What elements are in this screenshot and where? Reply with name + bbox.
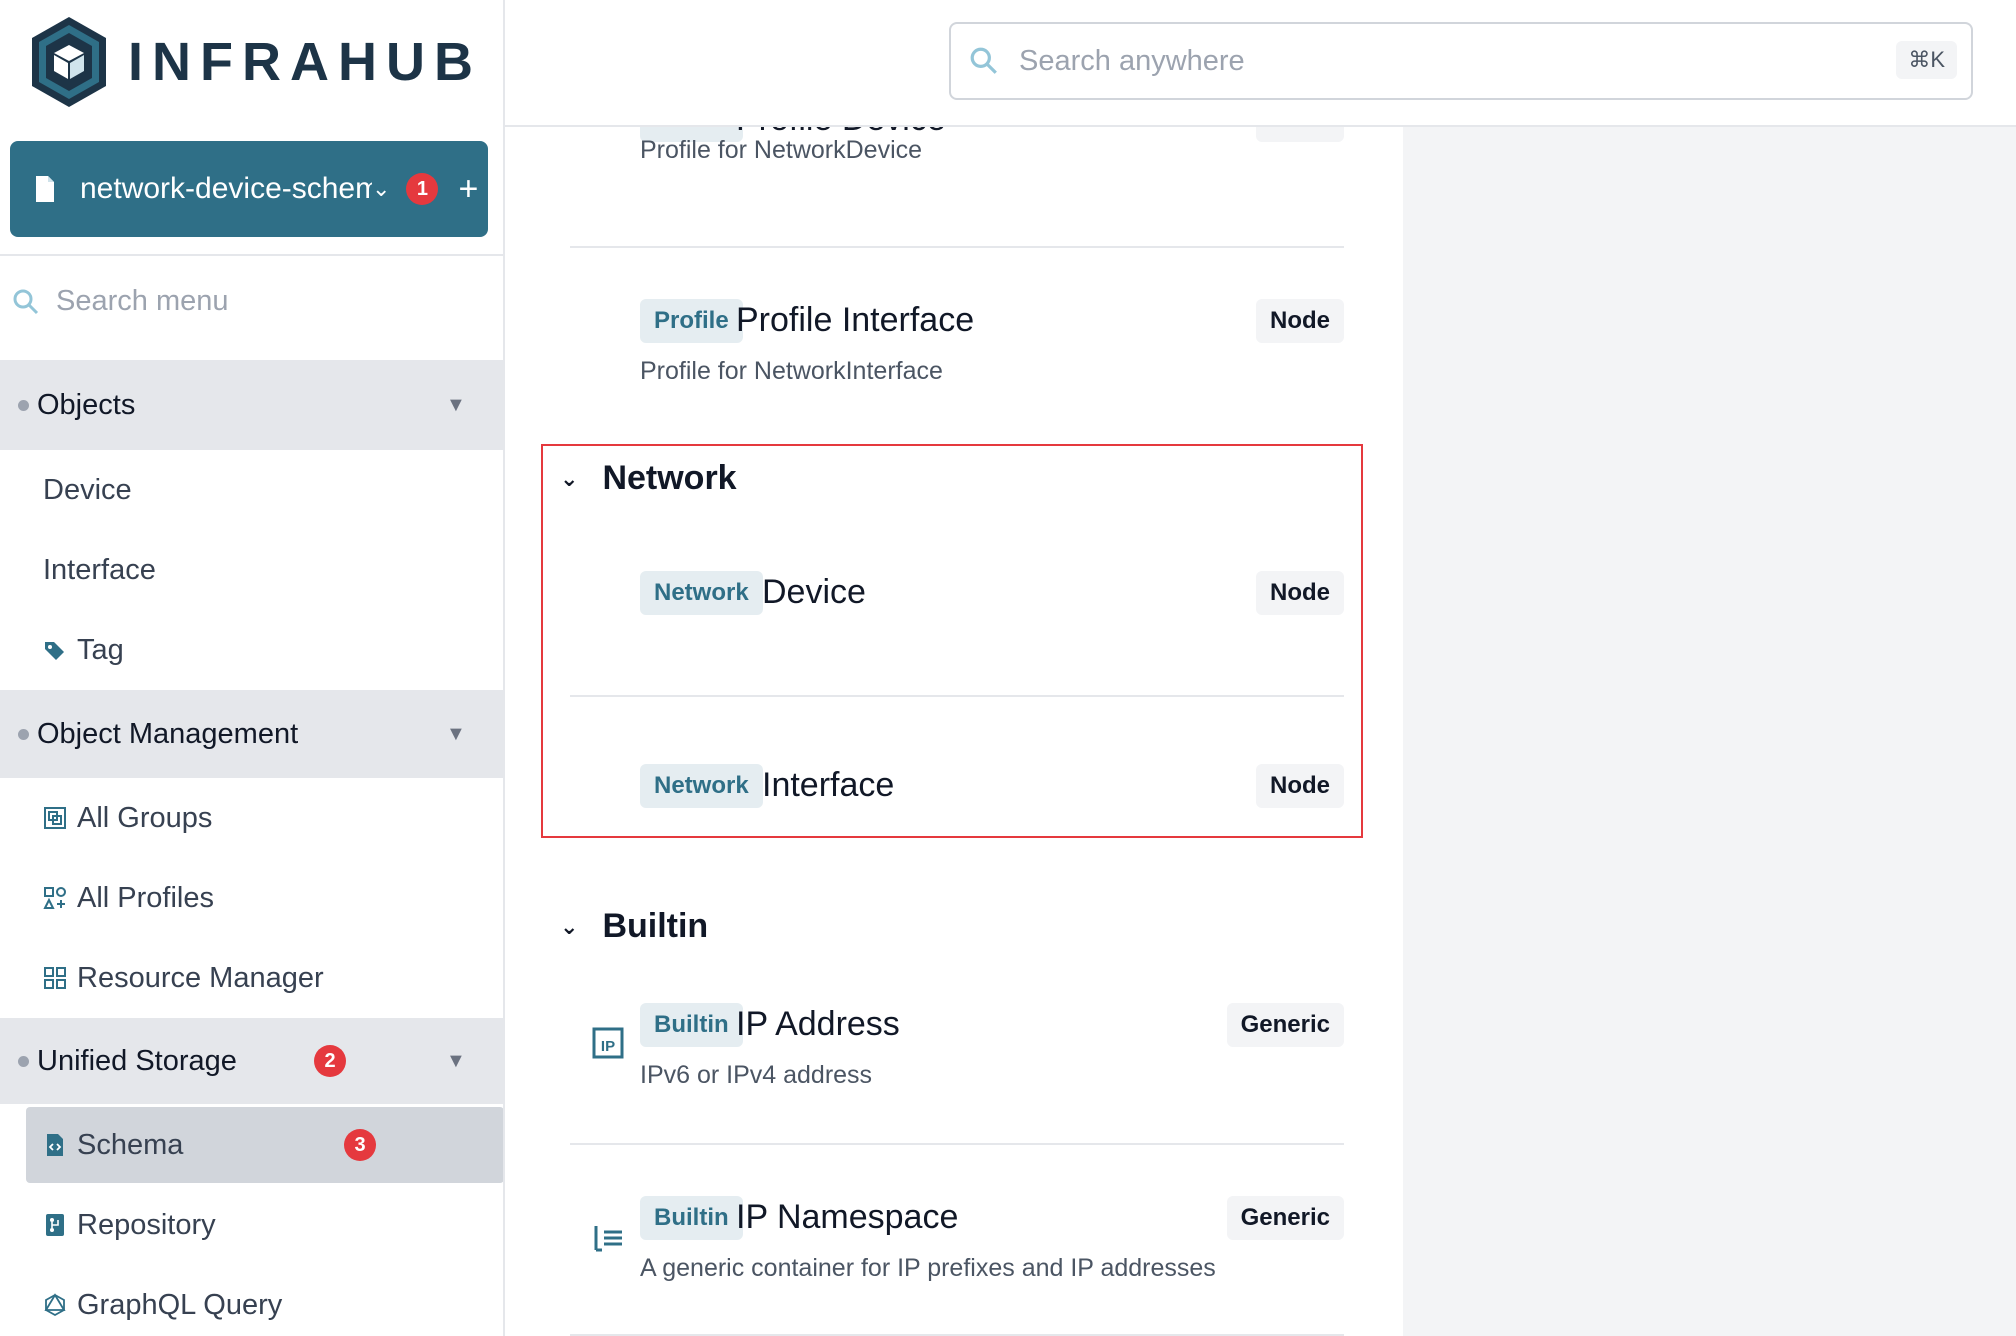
- schema-row-ip-namespace[interactable]: Builtin IP Namespace Generic A generic c…: [570, 1196, 1344, 1296]
- namespace-badge: Network: [640, 571, 763, 615]
- grid-icon: [44, 967, 66, 989]
- menu-item-graphql-query[interactable]: GraphQL Query: [26, 1267, 503, 1336]
- namespace-badge: Profile: [640, 299, 743, 343]
- menu-group-unified-storage[interactable]: Unified Storage 2 ▼: [0, 1018, 503, 1104]
- kind-badge: Generic: [1226, 1196, 1344, 1240]
- menu-item-label: All Groups: [77, 801, 213, 834]
- schema-name: IP Address: [736, 1005, 900, 1043]
- menu-item-label: Resource Manager: [77, 961, 324, 994]
- search-menu-input[interactable]: Search menu: [12, 285, 229, 318]
- chevron-down-icon: ⌄: [560, 913, 579, 939]
- menu-item-label: All Profiles: [77, 881, 214, 914]
- search-menu-placeholder: Search menu: [56, 285, 229, 317]
- bullet-icon: [18, 399, 29, 411]
- section-title: Network: [602, 459, 737, 497]
- menu-item-label: Device: [43, 473, 132, 506]
- menu-item-schema[interactable]: Schema 3: [26, 1107, 503, 1183]
- profiles-icon: [43, 887, 66, 909]
- bullet-icon: [18, 728, 29, 740]
- menu-item-device[interactable]: Device: [26, 452, 503, 528]
- schema-file-icon: [47, 1134, 63, 1156]
- menu-item-label: Tag: [77, 633, 124, 666]
- menu-group-label: Objects: [37, 388, 136, 421]
- namespace-badge: Builtin: [640, 1196, 743, 1240]
- row-divider: [570, 246, 1344, 248]
- top-bar: Search anywhere ⌘K: [505, 0, 2016, 127]
- menu-item-all-groups[interactable]: All Groups: [26, 780, 503, 856]
- section-network-header[interactable]: ⌄ Network: [560, 459, 737, 498]
- schema-description: Profile for NetworkDevice: [640, 136, 923, 164]
- menu-item-label: GraphQL Query: [77, 1288, 283, 1321]
- schema-row-profile-interface[interactable]: Profile Profile Interface Node Profile f…: [570, 299, 1344, 419]
- search-icon: [970, 47, 997, 74]
- branch-badge: 1: [406, 173, 439, 205]
- schema-name: Profile Interface: [736, 301, 975, 339]
- schema-row-network-interface[interactable]: Network Interface Node: [570, 764, 1344, 824]
- caret-down-icon: ▼: [446, 722, 466, 745]
- menu-item-tag[interactable]: Tag: [26, 612, 503, 688]
- namespace-badge: Network: [640, 764, 763, 808]
- kind-badge: Node: [1256, 571, 1344, 615]
- caret-down-icon: ▼: [446, 1049, 466, 1072]
- bullet-icon: [18, 1055, 29, 1067]
- row-divider: [570, 695, 1344, 697]
- detail-pane: [1403, 127, 2016, 1336]
- branch-name: network-device-schema: [80, 172, 372, 205]
- schema-badge: 3: [344, 1129, 376, 1161]
- search-icon: [13, 289, 39, 314]
- caret-down-icon: ▼: [446, 393, 466, 416]
- menu-group-label: Unified Storage: [37, 1044, 237, 1077]
- unified-storage-badge: 2: [314, 1045, 346, 1077]
- schema-name: Interface: [762, 766, 895, 804]
- schema-description: A generic container for IP prefixes and …: [640, 1254, 1216, 1282]
- repository-icon: [46, 1214, 64, 1236]
- infrahub-logo-icon: [32, 17, 106, 107]
- svg-text:IP: IP: [601, 1038, 615, 1055]
- branch-selector-button[interactable]: network-device-schema ⌄ 1 +: [10, 141, 488, 237]
- graphql-icon: [44, 1293, 66, 1317]
- infrahub-logo[interactable]: INFRAHUB: [30, 14, 482, 110]
- schema-description: Profile for NetworkInterface: [640, 357, 943, 385]
- chevron-down-icon: ⌄: [560, 465, 579, 491]
- menu-group-object-management[interactable]: Object Management ▼: [0, 690, 503, 778]
- list-icon: [594, 1226, 622, 1252]
- kind-badge: Node: [1256, 764, 1344, 808]
- chevron-down-icon: ⌄: [372, 176, 391, 201]
- tag-icon: [45, 642, 64, 660]
- menu-item-label: Interface: [43, 553, 156, 586]
- schema-row-ip-address[interactable]: IP Builtin IP Address Generic IPv6 or IP…: [570, 1003, 1344, 1103]
- schema-list: Profile Profile Device Node Profile for …: [505, 127, 1403, 1336]
- namespace-badge: Builtin: [640, 1003, 743, 1047]
- schema-name: IP Namespace: [736, 1198, 959, 1236]
- kind-badge: Node: [1256, 127, 1344, 142]
- brand-name: INFRAHUB: [128, 32, 482, 92]
- section-builtin-header[interactable]: ⌄ Builtin: [560, 907, 708, 946]
- menu-item-interface[interactable]: Interface: [26, 532, 503, 608]
- ip-address-icon: IP: [592, 1027, 624, 1059]
- branch-file-icon: [36, 176, 54, 202]
- menu-item-label: Schema: [77, 1128, 184, 1161]
- schema-description: IPv6 or IPv4 address: [640, 1061, 873, 1089]
- sidebar-divider: [0, 254, 503, 256]
- global-search-placeholder: Search anywhere: [1019, 44, 1245, 77]
- keyboard-shortcut-hint: ⌘K: [1896, 41, 1957, 79]
- schema-name: Device: [762, 573, 866, 611]
- groups-icon: [44, 807, 66, 829]
- menu-item-all-profiles[interactable]: All Profiles: [26, 860, 503, 936]
- menu-group-label: Object Management: [37, 717, 299, 750]
- schema-row-network-device[interactable]: Network Device Node: [570, 571, 1344, 631]
- kind-badge: Generic: [1226, 1003, 1344, 1047]
- section-title: Builtin: [602, 907, 709, 945]
- global-search-input[interactable]: Search anywhere ⌘K: [949, 22, 1973, 100]
- menu-group-objects[interactable]: Objects ▼: [0, 360, 503, 450]
- menu-item-label: Repository: [77, 1208, 216, 1241]
- add-branch-button[interactable]: +: [458, 170, 478, 209]
- sidebar: INFRAHUB network-device-schema ⌄ 1 + Sea…: [0, 0, 505, 1336]
- schema-row-profile-device[interactable]: Profile Profile Device Node Profile for …: [570, 127, 1344, 178]
- menu-item-repository[interactable]: Repository: [26, 1187, 503, 1263]
- menu-item-resource-manager[interactable]: Resource Manager: [26, 940, 503, 1016]
- row-divider: [570, 1143, 1344, 1145]
- kind-badge: Node: [1256, 299, 1344, 343]
